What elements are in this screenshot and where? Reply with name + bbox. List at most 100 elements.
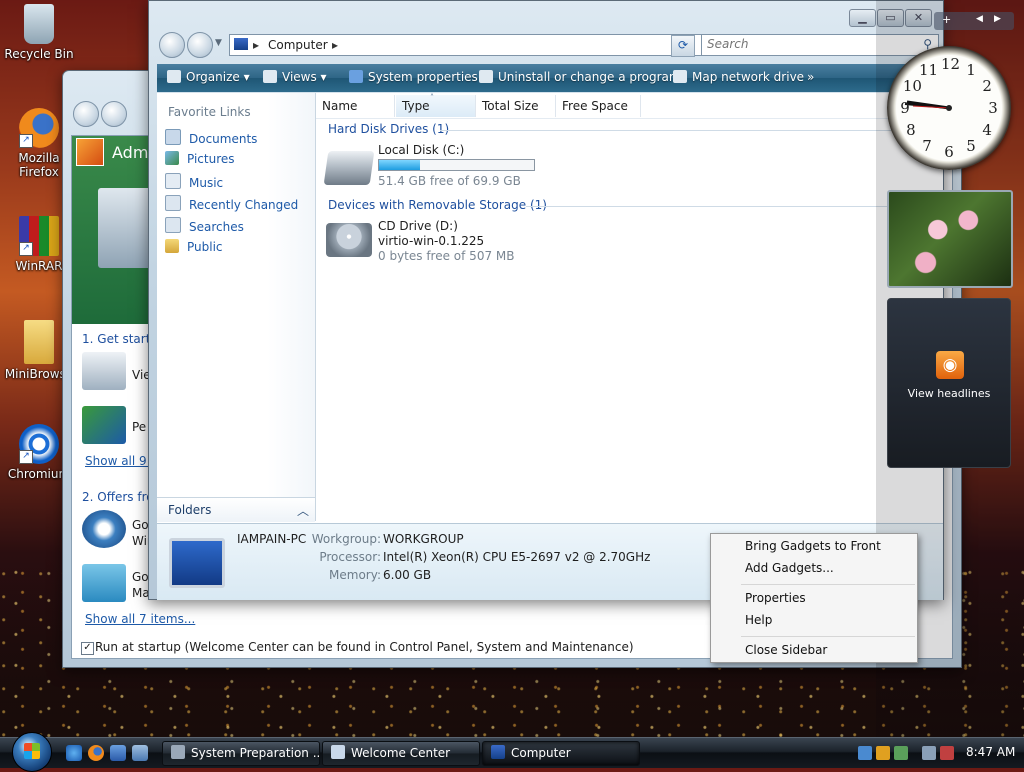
command-bar: Organize ▾ Views ▾ System properties Uni… — [157, 64, 943, 92]
header-divider — [316, 118, 943, 119]
get-started-item-2[interactable]: Pe — [132, 420, 146, 434]
favorite-pictures[interactable]: Pictures — [165, 151, 235, 171]
processor-value: Intel(R) Xeon(R) CPU E5-2697 v2 @ 2.70GH… — [383, 550, 651, 564]
breadcrumb-chevron-icon[interactable]: ▸ — [332, 38, 338, 52]
firefox-icon: ↗ — [19, 108, 59, 148]
music-icon — [165, 173, 181, 189]
show-all-7-link[interactable]: Show all 7 items... — [85, 612, 195, 626]
drive-d-name[interactable]: CD Drive (D:) — [378, 219, 458, 233]
folders-toggle[interactable]: Folders ︿ — [157, 497, 315, 522]
forward-button[interactable] — [101, 101, 127, 127]
show-desktop-icon[interactable] — [110, 745, 126, 761]
computer-icon — [491, 745, 505, 759]
minimize-button[interactable]: ▁ — [849, 9, 876, 27]
welcome-title: Admi — [112, 143, 153, 162]
navigation-pane: Favorite Links Documents Pictures Music … — [157, 93, 316, 522]
favorite-searches[interactable]: Searches — [165, 217, 244, 237]
favorite-music[interactable]: Music — [165, 173, 223, 193]
clock-number: 8 — [906, 121, 916, 139]
menu-item-help[interactable]: Help — [745, 613, 772, 627]
column-header-free-space[interactable]: Free Space — [556, 95, 641, 117]
uninstall-program-button[interactable]: Uninstall or change a program — [479, 70, 681, 84]
recent-pages-dropdown-icon[interactable]: ▼ — [215, 38, 222, 48]
views-button[interactable]: Views ▾ — [263, 70, 327, 84]
uninstall-icon — [479, 70, 493, 83]
menu-item-bring-gadgets-to-front[interactable]: Bring Gadgets to Front — [745, 539, 881, 553]
switch-windows-icon[interactable] — [132, 745, 148, 761]
shortcut-arrow-icon: ↗ — [19, 242, 33, 256]
drive-c-name[interactable]: Local Disk (C:) — [378, 143, 464, 157]
sidebar-controls: + ◀ ▶ — [934, 12, 1014, 30]
desktop-icon-recycle-bin[interactable]: Recycle Bin — [0, 4, 78, 61]
chevron-up-icon: ︿ — [297, 504, 310, 518]
taskbar: System Preparation ... Welcome Center Co… — [0, 732, 1024, 772]
group-hard-disk-drives[interactable]: Hard Disk Drives (1) — [328, 122, 449, 136]
back-button[interactable] — [159, 32, 185, 58]
run-at-startup-checkbox[interactable]: ✓ — [81, 642, 94, 655]
add-gadget-button[interactable]: + — [942, 13, 951, 26]
menu-separator — [741, 636, 915, 637]
menu-item-close-sidebar[interactable]: Close Sidebar — [745, 643, 827, 657]
taskbar-clock[interactable]: 8:47 AM — [966, 745, 1015, 759]
searches-icon — [165, 217, 181, 233]
security-shield-icon[interactable] — [876, 746, 890, 760]
favorite-public[interactable]: Public — [165, 239, 223, 259]
memory-label: Memory: — [329, 568, 381, 582]
map-network-drive-button[interactable]: Map network drive — [673, 70, 804, 84]
more-commands-button[interactable]: » — [807, 70, 814, 84]
menu-item-add-gadgets[interactable]: Add Gadgets... — [745, 561, 834, 575]
offer-1-line-1[interactable]: Go — [132, 518, 149, 532]
network-connection-icon[interactable] — [922, 746, 936, 760]
feed-headlines-gadget[interactable]: ◉ View headlines — [887, 298, 1011, 468]
folders-label: Folders — [168, 503, 212, 517]
slideshow-gadget[interactable] — [887, 190, 1013, 288]
offer-2-line-1[interactable]: Go — [132, 570, 149, 584]
taskbar-item-computer[interactable]: Computer — [482, 741, 640, 766]
workgroup-value: WORKGROUP — [383, 532, 464, 546]
clock-number: 3 — [988, 99, 998, 117]
favorite-recently-changed[interactable]: Recently Changed — [165, 195, 298, 215]
start-button[interactable] — [12, 732, 52, 772]
firefox-icon[interactable] — [88, 745, 104, 761]
desktop-icon-label: Mozilla Firefox — [18, 151, 60, 179]
breadcrumb-chevron-icon[interactable]: ▸ — [253, 38, 259, 52]
group-removable-storage[interactable]: Devices with Removable Storage (1) — [328, 198, 547, 212]
back-button[interactable] — [73, 101, 99, 127]
sidebar-tray-icon[interactable] — [894, 746, 908, 760]
drive-d-free: 0 bytes free of 507 MB — [378, 249, 515, 263]
drive-d-label: virtio-win-0.1.225 — [378, 234, 485, 248]
breadcrumb-computer[interactable]: Computer — [268, 38, 328, 52]
favorite-links-heading: Favorite Links — [168, 105, 251, 119]
welcome-logo-icon — [76, 138, 104, 166]
volume-muted-icon[interactable] — [940, 746, 954, 760]
documents-icon — [165, 129, 181, 145]
drive-c-free: 51.4 GB free of 69.9 GB — [378, 174, 521, 188]
network-icon[interactable] — [858, 746, 872, 760]
shortcut-arrow-icon: ↗ — [19, 134, 33, 148]
menu-item-properties[interactable]: Properties — [745, 591, 806, 605]
forward-button[interactable] — [187, 32, 213, 58]
clock-gadget[interactable]: 12 1 2 3 4 5 6 7 8 9 10 11 — [887, 46, 1011, 170]
clock-number: 12 — [941, 55, 961, 73]
view-headlines-label[interactable]: View headlines — [888, 387, 1010, 400]
clock-number: 7 — [922, 137, 932, 156]
organize-button[interactable]: Organize ▾ — [167, 70, 250, 84]
system-properties-button[interactable]: System properties — [349, 70, 478, 84]
sidebar-prev-icon[interactable]: ◀ — [976, 14, 983, 24]
column-header-name[interactable]: Name — [316, 95, 395, 117]
computer-window[interactable]: ▁ ▭ ✕ ▼ ▸ Computer ▸ ▼ ⟳ ⚲ Organize ▾ Vi… — [148, 0, 944, 600]
drive-c-usage-bar — [378, 159, 535, 171]
shortcut-arrow-icon: ↗ — [19, 450, 33, 464]
clock-number: 9 — [900, 99, 910, 117]
sidebar-next-icon[interactable]: ▶ — [994, 14, 1001, 24]
column-header-total-size[interactable]: Total Size — [476, 95, 556, 117]
taskbar-item-welcome-center[interactable]: Welcome Center — [322, 741, 480, 766]
taskbar-item-system-preparation[interactable]: System Preparation ... — [162, 741, 320, 766]
refresh-icon[interactable]: ⟳ — [671, 35, 695, 57]
favorite-documents[interactable]: Documents — [165, 129, 257, 149]
title-bar[interactable]: ▁ ▭ ✕ ▼ ▸ Computer ▸ ▼ ⟳ ⚲ — [149, 1, 943, 65]
internet-explorer-icon[interactable] — [66, 745, 82, 761]
sidebar-context-menu: Bring Gadgets to Front Add Gadgets... Pr… — [710, 533, 918, 663]
group-divider — [440, 130, 939, 131]
column-header-type[interactable]: Type ˄ — [396, 93, 476, 117]
